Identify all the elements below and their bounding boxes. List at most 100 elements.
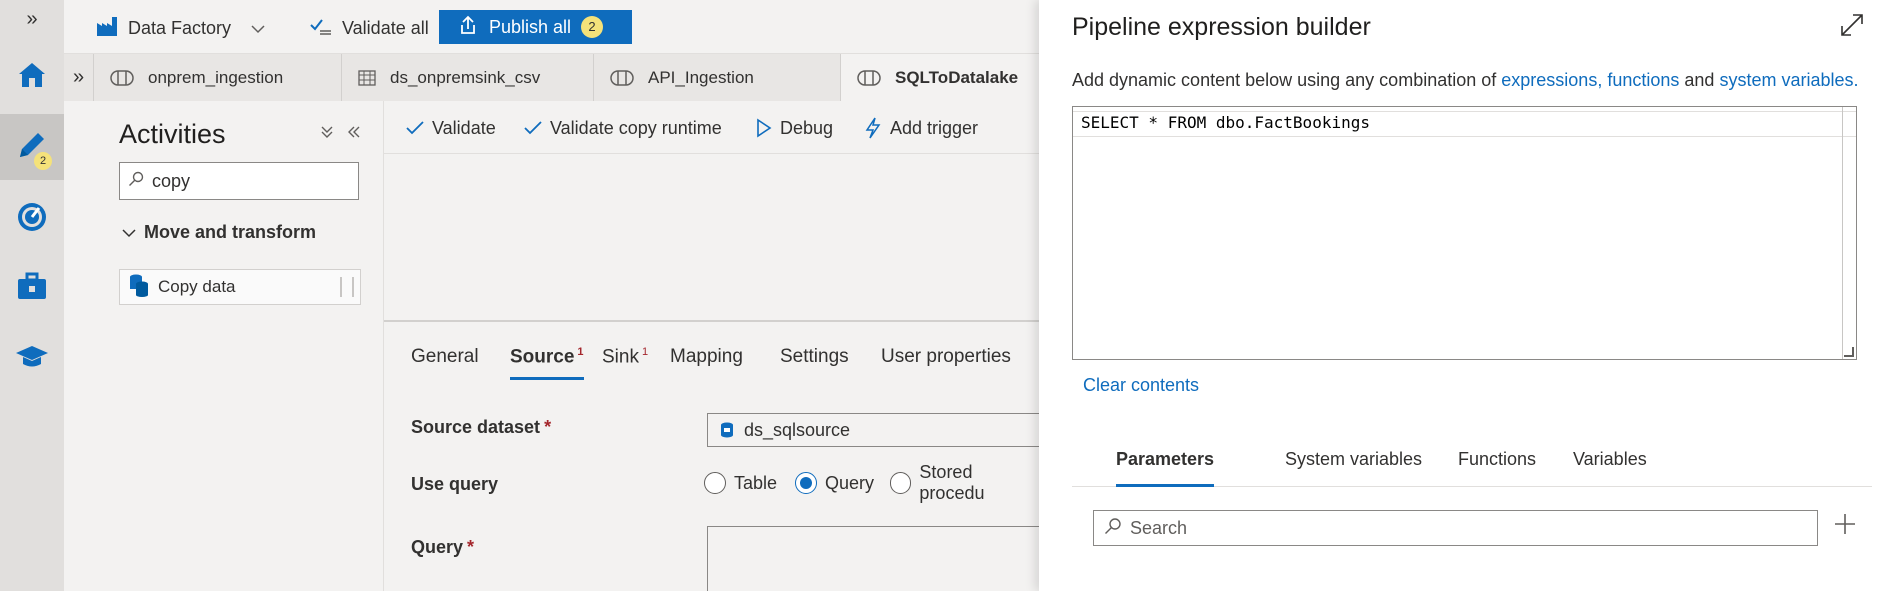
pipeline-icon (610, 69, 634, 86)
system-variables-link[interactable]: system variables. (1719, 70, 1858, 90)
collapse-resources-button[interactable]: » (64, 54, 94, 101)
radio-table[interactable]: Table (704, 470, 777, 496)
tab-source[interactable]: Source 1 (510, 346, 584, 380)
radio-circle (890, 472, 912, 494)
builder-search-input[interactable] (1130, 517, 1780, 539)
tab-mapping[interactable]: Mapping (670, 346, 743, 380)
resize-handle[interactable] (1844, 347, 1854, 357)
group-label: Move and transform (144, 222, 317, 242)
copy-data-icon (128, 273, 150, 302)
search-icon (128, 171, 144, 192)
expand-panel-button[interactable] (1839, 12, 1865, 43)
validate-all-button[interactable]: Validate all (310, 14, 429, 42)
tab-general[interactable]: General (411, 346, 479, 380)
radio-label: Query (825, 472, 875, 493)
radio-circle (704, 472, 726, 494)
tab-settings[interactable]: Settings (780, 346, 849, 380)
tab-onprem-ingestion[interactable]: onprem_ingestion (94, 54, 342, 101)
validate-button[interactable]: Validate (406, 115, 496, 141)
clear-contents-link[interactable]: Clear contents (1083, 375, 1199, 396)
tab-label: Mapping (670, 346, 743, 367)
add-trigger-label: Add trigger (890, 117, 979, 138)
add-parameter-button[interactable] (1834, 509, 1856, 543)
validate-label: Validate (432, 117, 496, 138)
radio-label: Table (734, 472, 778, 493)
tab-label: ds_onpremsink_csv (390, 67, 541, 87)
panel-description: Add dynamic content below using any comb… (1072, 70, 1858, 91)
validate-copy-runtime-button[interactable]: Validate copy runtime (524, 115, 722, 141)
tab-label: onprem_ingestion (148, 67, 284, 87)
table-dataset-icon (358, 69, 376, 86)
author-badge: 2 (34, 152, 52, 170)
builder-search-box[interactable] (1093, 510, 1818, 546)
tab-sqltodatalake[interactable]: SQLToDatalake (841, 54, 1039, 101)
chevron-down-icon (251, 18, 265, 39)
collapse-panel-icon[interactable] (347, 123, 361, 143)
panel-title: Pipeline expression builder (1072, 13, 1371, 41)
expand-diagonal-icon (1841, 14, 1863, 36)
radio-query[interactable]: Query (795, 470, 874, 496)
tab-user-properties[interactable]: User properties (881, 346, 1011, 380)
debug-button[interactable]: Debug (756, 115, 833, 141)
move-and-transform-group[interactable]: Move and transform (122, 222, 316, 243)
activities-title: Activities (119, 119, 226, 149)
activity-properties-pane: General Source 1 Sink 1 Mapping Settings U… (384, 324, 1047, 591)
functions-link[interactable]: functions (1607, 70, 1679, 90)
publish-all-label: Publish all (489, 16, 572, 37)
tab-functions[interactable]: Functions (1458, 449, 1536, 487)
debug-label: Debug (780, 117, 834, 138)
copy-data-activity[interactable]: Copy data (119, 269, 361, 305)
tab-ds-onpremsink-csv[interactable]: ds_onpremsink_csv (342, 54, 594, 101)
publish-all-button[interactable]: Publish all 2 (439, 10, 632, 44)
editor-scrollbar[interactable] (1842, 107, 1856, 359)
home-nav-button[interactable] (0, 44, 64, 110)
tab-label: User properties (881, 346, 1011, 367)
tab-label: Settings (780, 346, 849, 367)
radio-stored-procedure[interactable]: Stored procedu (890, 462, 1039, 503)
collapse-all-icon[interactable] (320, 123, 347, 143)
factory-toolbar: Data Factory Validate all Publish all 2 (64, 0, 1039, 54)
rail-expand-button[interactable]: » (0, 8, 64, 31)
activities-search-input[interactable] (152, 170, 352, 192)
radio-circle-selected (795, 472, 817, 494)
tab-sink[interactable]: Sink 1 (602, 346, 648, 380)
expression-editor[interactable]: SELECT * FROM dbo.FactBookings (1072, 106, 1857, 360)
tab-system-variables[interactable]: System variables (1285, 449, 1422, 487)
activities-search-box[interactable] (119, 162, 359, 200)
pipeline-canvas[interactable] (384, 154, 1039, 322)
upload-icon (459, 15, 477, 40)
sql-database-icon (721, 422, 733, 438)
tab-parameters[interactable]: Parameters (1116, 449, 1215, 487)
error-count-marker: 1 (577, 346, 584, 358)
expression-textarea[interactable]: SELECT * FROM dbo.FactBookings (1073, 107, 1856, 359)
activities-panel: Activities Move and transform Copy data (94, 101, 384, 591)
builder-tabs: Parameters System variables Functions Va… (1072, 449, 1872, 487)
author-nav-button[interactable]: 2 (0, 114, 64, 180)
query-input[interactable] (707, 526, 1047, 591)
monitor-gauge-icon (14, 199, 50, 240)
source-dataset-value: ds_sqlsource (744, 419, 851, 440)
expressions-link[interactable]: expressions, (1501, 70, 1602, 90)
source-dataset-select[interactable]: ds_sqlsource (707, 413, 1047, 447)
checkmark-icon (406, 121, 424, 135)
tab-api-ingestion[interactable]: API_Ingestion (594, 54, 841, 101)
factory-selector[interactable]: Data Factory (96, 14, 265, 42)
validate-list-icon (310, 16, 332, 41)
description-text: Add dynamic content below using any comb… (1072, 70, 1502, 90)
learning-nav-button[interactable] (0, 325, 64, 391)
tab-variables[interactable]: Variables (1573, 449, 1647, 487)
use-query-label: Use query (411, 474, 499, 494)
monitor-nav-button[interactable] (0, 186, 64, 252)
required-mark: * (467, 537, 475, 557)
search-icon (1104, 517, 1122, 540)
plus-icon (1835, 514, 1855, 534)
home-icon (15, 58, 49, 97)
validate-copy-runtime-label: Validate copy runtime (550, 117, 722, 138)
radio-label: Stored procedu (919, 462, 985, 503)
document-tab-strip: » onprem_ingestion ds_onpremsink_csv API… (64, 54, 1039, 101)
tab-label: General (411, 346, 479, 367)
drag-handle[interactable] (340, 277, 354, 297)
add-trigger-button[interactable]: Add trigger (864, 115, 978, 141)
manage-nav-button[interactable] (0, 255, 64, 321)
pipeline-icon (857, 69, 881, 86)
